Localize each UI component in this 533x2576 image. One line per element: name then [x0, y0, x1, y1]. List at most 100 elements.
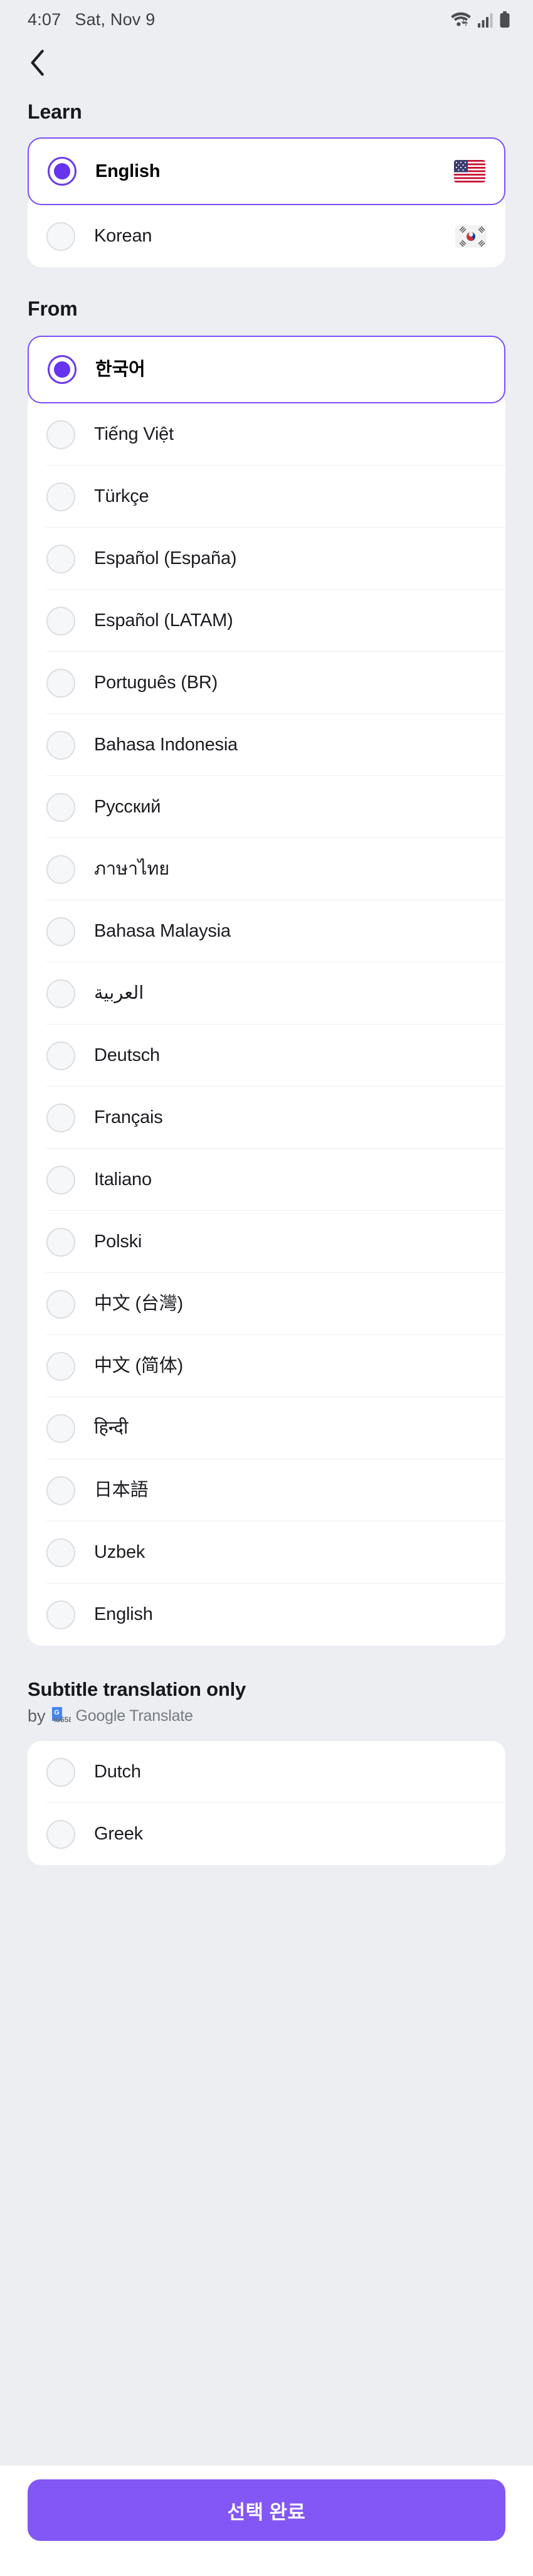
list-item[interactable]: Bahasa Malaysia: [28, 900, 505, 962]
radio-button[interactable]: [46, 1351, 75, 1381]
list-item-label: Français: [94, 1107, 163, 1128]
list-item[interactable]: English: [28, 1583, 505, 1646]
subtitle-only-options-card: Dutch Greek: [28, 1741, 505, 1865]
list-item[interactable]: 中文 (简体): [28, 1335, 505, 1397]
subtitle-only-byline: by G \u6587 Google Translate: [28, 1706, 505, 1726]
signal-icon: [477, 12, 493, 28]
list-item-label: 中文 (简体): [94, 1356, 183, 1376]
radio-button-selected[interactable]: [48, 157, 77, 186]
screen-root: 4:07 Sat, Nov 9 Learn English Korean Fro…: [0, 0, 533, 2576]
radio-button[interactable]: [46, 1165, 75, 1195]
radio-button[interactable]: [46, 1103, 75, 1132]
list-item[interactable]: Uzbek: [28, 1521, 505, 1583]
kr-flag-icon: [455, 225, 487, 248]
list-item-label: Español (LATAM): [94, 610, 233, 631]
radio-button[interactable]: [46, 1413, 75, 1443]
status-bar-date: Sat, Nov 9: [75, 9, 156, 29]
learn-section: English Korean: [0, 137, 533, 267]
radio-button[interactable]: [46, 1600, 75, 1629]
list-item-label: Korean: [94, 226, 152, 247]
learn-section-title: Learn: [28, 100, 82, 123]
radio-button[interactable]: [46, 979, 75, 1008]
radio-button[interactable]: [46, 730, 75, 760]
list-item[interactable]: Greek: [28, 1803, 505, 1865]
radio-button[interactable]: [46, 1819, 75, 1849]
list-item-label: Bahasa Indonesia: [94, 735, 238, 755]
radio-button[interactable]: [46, 482, 75, 511]
list-item[interactable]: Español (España): [28, 528, 505, 590]
subtitle-only-header: Subtitle translation only by G \u6587 Go…: [0, 1678, 533, 1726]
list-item-label: 日本語: [94, 1480, 149, 1501]
list-item[interactable]: Français: [28, 1087, 505, 1149]
list-item[interactable]: العربية: [28, 962, 505, 1025]
list-item[interactable]: Español (LATAM): [28, 590, 505, 652]
google-translate-icon: G \u6587: [50, 1706, 77, 1726]
provider-name: Google Translate: [75, 1706, 193, 1725]
radio-button[interactable]: [46, 606, 75, 636]
list-item-label: हिन्दी: [94, 1418, 129, 1439]
radio-button[interactable]: [46, 1476, 75, 1505]
radio-button[interactable]: [46, 792, 75, 822]
from-option-selected[interactable]: 한국어: [28, 336, 505, 403]
list-item-label: العربية: [94, 983, 144, 1004]
list-item[interactable]: English: [29, 139, 504, 204]
list-item[interactable]: Bahasa Indonesia: [28, 714, 505, 776]
radio-button[interactable]: [46, 420, 75, 449]
radio-button[interactable]: [46, 221, 75, 251]
radio-button[interactable]: [46, 1227, 75, 1257]
back-button[interactable]: [19, 45, 58, 83]
list-item[interactable]: Türkçe: [28, 466, 505, 528]
list-item-label: ภาษาไทย: [94, 859, 170, 880]
list-item-label: Bahasa Malaysia: [94, 921, 231, 942]
list-item-label: Uzbek: [94, 1542, 145, 1563]
list-item[interactable]: ภาษาไทย: [28, 838, 505, 900]
list-item-label: 中文 (台灣): [94, 1294, 183, 1314]
list-item[interactable]: हिन्दी: [28, 1397, 505, 1459]
list-item-label: Polski: [94, 1232, 142, 1252]
list-item-label: Greek: [94, 1824, 143, 1844]
list-item[interactable]: Polski: [28, 1211, 505, 1273]
list-item[interactable]: Italiano: [28, 1149, 505, 1211]
bottom-action-bar: 선택 완료: [0, 2466, 533, 2576]
radio-button[interactable]: [46, 1538, 75, 1567]
from-section: 한국어 Tiếng Việt Türkçe Español (España) Espa…: [0, 336, 533, 1646]
radio-button-selected[interactable]: [48, 355, 77, 384]
svg-text:\u6587: \u6587: [53, 1715, 71, 1724]
status-bar: 4:07 Sat, Nov 9: [0, 0, 533, 39]
radio-button[interactable]: [46, 1757, 75, 1787]
list-item[interactable]: Korean: [28, 205, 505, 267]
list-item[interactable]: Русский: [28, 776, 505, 838]
list-item-label: Italiano: [94, 1169, 152, 1190]
list-item[interactable]: Dutch: [28, 1741, 505, 1803]
list-item[interactable]: Português (BR): [28, 652, 505, 714]
radio-button[interactable]: [46, 1041, 75, 1070]
wifi-icon: [450, 11, 472, 28]
radio-button[interactable]: [46, 668, 75, 698]
list-item-label: Türkçe: [94, 486, 149, 507]
list-item-label: 한국어: [95, 359, 145, 380]
us-flag-icon: [454, 160, 485, 183]
list-item-label: Tiếng Việt: [94, 424, 174, 445]
radio-button[interactable]: [46, 854, 75, 884]
list-item[interactable]: 中文 (台灣): [28, 1273, 505, 1335]
confirm-selection-button[interactable]: 선택 완료: [28, 2479, 505, 2541]
bottom-spacer: [0, 1865, 533, 1991]
list-item[interactable]: Deutsch: [28, 1025, 505, 1087]
radio-button[interactable]: [46, 1289, 75, 1319]
from-section-title: From: [28, 297, 78, 320]
list-item[interactable]: 한국어: [29, 337, 504, 402]
list-item[interactable]: 日本語: [28, 1459, 505, 1521]
list-item-label: Português (BR): [94, 673, 218, 693]
subtitle-only-title: Subtitle translation only: [28, 1678, 246, 1700]
battery-icon: [499, 11, 510, 28]
radio-button[interactable]: [46, 544, 75, 573]
list-item-label: Deutsch: [94, 1045, 160, 1066]
list-item-label: Dutch: [94, 1762, 141, 1782]
from-options-card: Tiếng Việt Türkçe Español (España) Español …: [28, 391, 505, 1646]
list-item[interactable]: Tiếng Việt: [28, 403, 505, 466]
list-item-label: Русский: [94, 797, 161, 817]
list-item-label: English: [95, 161, 161, 181]
list-item-label: English: [94, 1604, 153, 1625]
radio-button[interactable]: [46, 917, 75, 946]
learn-option-selected[interactable]: English: [28, 137, 505, 205]
